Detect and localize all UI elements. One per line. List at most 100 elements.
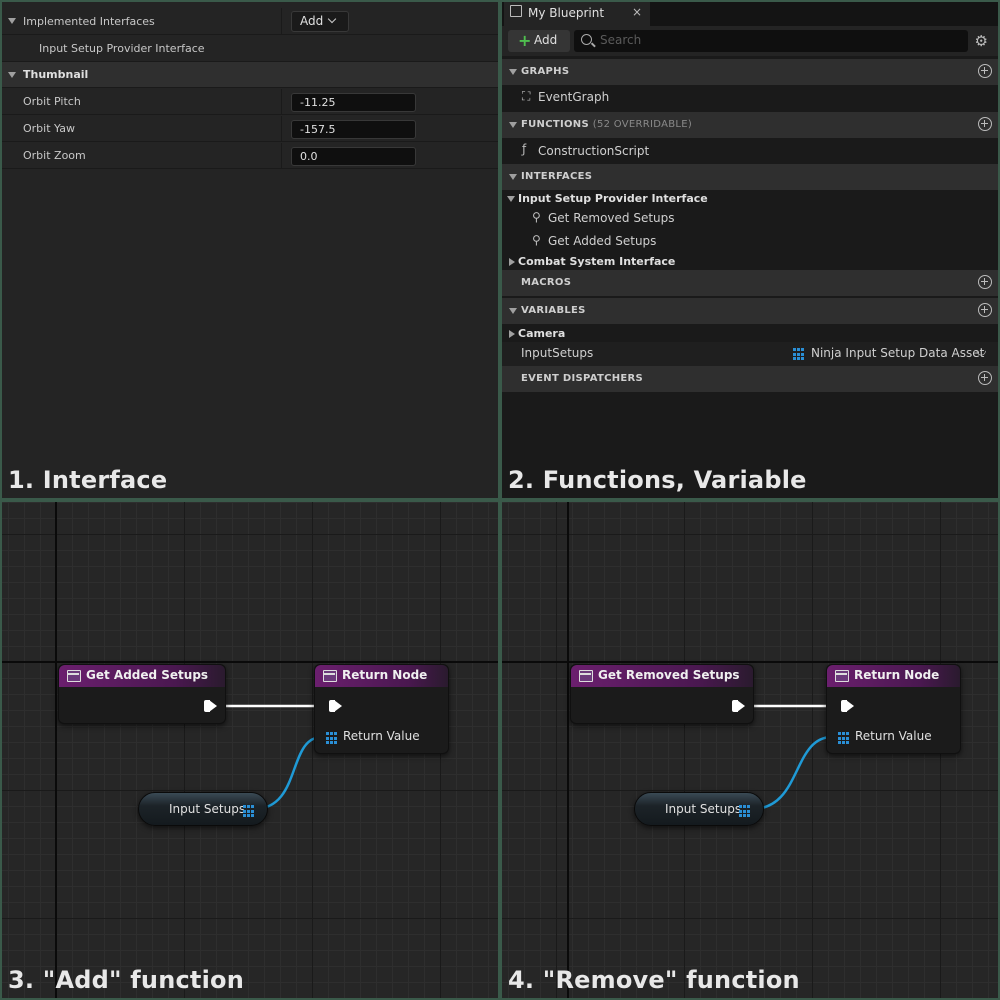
- add-button[interactable]: + Add: [508, 30, 570, 52]
- implemented-interfaces-row: Implemented Interfaces Add: [2, 8, 498, 34]
- get-added-setups-node[interactable]: Get Added Setups: [58, 664, 226, 724]
- variable-name: InputSetups: [521, 346, 594, 360]
- collapse-arrow-icon[interactable]: [8, 18, 16, 24]
- node-header: Return Node: [827, 665, 960, 687]
- add-interface-label: Add: [300, 14, 324, 28]
- macros-category[interactable]: MACROS: [502, 270, 998, 296]
- variables-category[interactable]: VARIABLES: [502, 298, 998, 324]
- functions-header-label: FUNCTIONS: [521, 119, 589, 130]
- return-node[interactable]: Return Node Return Value: [314, 664, 449, 754]
- add-graph-icon[interactable]: [978, 64, 992, 78]
- add-button-label: Add: [534, 33, 558, 47]
- macros-header-label: MACROS: [521, 277, 572, 288]
- collapse-arrow-icon: [509, 69, 517, 75]
- return-value-pin-icon[interactable]: [838, 732, 851, 745]
- input-setups-getter-node[interactable]: Input Setups: [634, 792, 764, 826]
- book-icon: [510, 5, 522, 17]
- expand-arrow-icon: [509, 330, 515, 338]
- orbit-yaw-label: Orbit Yaw: [23, 122, 75, 135]
- orbit-zoom-field[interactable]: 0.0: [291, 147, 416, 166]
- function-icon: [67, 670, 81, 682]
- exec-out-pin[interactable]: [204, 700, 217, 712]
- graphs-category[interactable]: GRAPHS: [502, 59, 998, 85]
- functions-overridable-count: (52 OVERRIDABLE): [592, 119, 693, 130]
- get-added-setups-item[interactable]: ⚲ Get Added Setups: [502, 230, 998, 252]
- add-macro-icon[interactable]: [978, 275, 992, 289]
- object-wire: [751, 735, 833, 811]
- return-value-label: Return Value: [343, 729, 420, 743]
- event-dispatchers-header-label: EVENT DISPATCHERS: [521, 373, 644, 384]
- variable-type: Ninja Input Setup Data Asset: [811, 346, 985, 360]
- exec-in-pin[interactable]: [329, 700, 342, 712]
- interface-function-icon: ⚲: [532, 210, 541, 224]
- input-setups-variable-item[interactable]: InputSetups Ninja Input Setup Data Asset…: [502, 342, 998, 366]
- object-array-pin-icon[interactable]: [243, 805, 256, 818]
- construction-script-item[interactable]: ƒ ConstructionScript: [502, 140, 998, 162]
- implemented-interfaces-label: Implemented Interfaces: [23, 14, 155, 28]
- eye-icon[interactable]: ◡: [976, 343, 986, 357]
- toolbar: + Add Search ⚙: [502, 26, 998, 56]
- event-graph-item[interactable]: ⛶ EventGraph: [502, 86, 998, 108]
- return-value-pin-icon[interactable]: [326, 732, 339, 745]
- construction-script-label: ConstructionScript: [538, 144, 650, 158]
- close-icon[interactable]: ×: [632, 5, 642, 19]
- return-node[interactable]: Return Node Return Value: [826, 664, 961, 754]
- collapse-arrow-icon: [509, 174, 517, 180]
- get-removed-setups-item[interactable]: ⚲ Get Removed Setups: [502, 207, 998, 229]
- get-removed-setups-label: Get Removed Setups: [548, 211, 675, 225]
- event-graph-label: EventGraph: [538, 90, 610, 104]
- node-header: Get Added Setups: [59, 665, 225, 687]
- get-added-setups-label: Get Added Setups: [548, 234, 657, 248]
- orbit-pitch-field[interactable]: -11.25: [291, 93, 416, 112]
- input-setup-interface-label: Input Setup Provider Interface: [518, 192, 708, 205]
- remove-function-graph[interactable]: Get Removed Setups Return Node Return Va…: [502, 502, 998, 998]
- search-placeholder: Search: [600, 33, 642, 47]
- orbit-yaw-field[interactable]: -157.5: [291, 120, 416, 139]
- interfaces-category[interactable]: INTERFACES: [502, 164, 998, 190]
- my-blueprint-panel: My Blueprint × + Add Search ⚙ GRAPHS ⛶ E…: [502, 2, 998, 498]
- node-header: Get Removed Setups: [571, 665, 753, 687]
- node-header: Return Node: [315, 665, 448, 687]
- add-interface-button[interactable]: Add: [291, 11, 349, 32]
- chevron-down-icon: [327, 14, 337, 24]
- collapse-arrow-icon: [507, 196, 515, 202]
- graphs-header-label: GRAPHS: [521, 66, 570, 77]
- function-icon: [835, 670, 849, 682]
- caption-functions-variable: 2. Functions, Variable: [508, 466, 807, 494]
- plus-icon: +: [518, 31, 532, 50]
- thumbnail-section-label: Thumbnail: [23, 68, 89, 81]
- event-dispatchers-category[interactable]: EVENT DISPATCHERS: [502, 366, 998, 392]
- variable-node-label: Input Setups: [169, 802, 246, 816]
- orbit-zoom-label: Orbit Zoom: [23, 149, 86, 162]
- gear-icon[interactable]: ⚙: [975, 32, 988, 50]
- functions-category[interactable]: FUNCTIONS (52 OVERRIDABLE): [502, 112, 998, 138]
- orbit-yaw-row: Orbit Yaw -157.5: [2, 116, 498, 142]
- add-event-dispatcher-icon[interactable]: [978, 371, 992, 385]
- tab-my-blueprint[interactable]: My Blueprint ×: [504, 2, 650, 26]
- collapse-arrow-icon: [509, 122, 517, 128]
- add-function-graph[interactable]: Get Added Setups Return Node Return Valu…: [2, 502, 498, 998]
- exec-out-pin[interactable]: [732, 700, 745, 712]
- search-input[interactable]: Search: [574, 30, 968, 52]
- search-icon: [581, 34, 592, 45]
- variable-node-label: Input Setups: [665, 802, 742, 816]
- return-value-label: Return Value: [855, 729, 932, 743]
- thumbnail-section-header[interactable]: Thumbnail: [2, 62, 498, 88]
- orbit-pitch-row: Orbit Pitch -11.25: [2, 89, 498, 115]
- expand-arrow-icon: [509, 258, 515, 266]
- caption-remove-function: 4. "Remove" function: [508, 966, 800, 994]
- object-array-pin-icon[interactable]: [739, 805, 752, 818]
- entry-node-title: Get Added Setups: [86, 668, 209, 682]
- caption-add-function: 3. "Add" function: [8, 966, 244, 994]
- interface-entry-row[interactable]: Input Setup Provider Interface: [2, 34, 498, 62]
- collapse-arrow-icon: [8, 72, 16, 78]
- interfaces-header-label: INTERFACES: [521, 171, 593, 182]
- object-array-icon: [793, 348, 806, 361]
- add-variable-icon[interactable]: [978, 303, 992, 317]
- add-function-icon[interactable]: [978, 117, 992, 131]
- tab-bar: My Blueprint ×: [502, 2, 998, 26]
- caption-interface: 1. Interface: [8, 466, 168, 494]
- input-setups-getter-node[interactable]: Input Setups: [138, 792, 268, 826]
- get-removed-setups-node[interactable]: Get Removed Setups: [570, 664, 754, 724]
- exec-in-pin[interactable]: [841, 700, 854, 712]
